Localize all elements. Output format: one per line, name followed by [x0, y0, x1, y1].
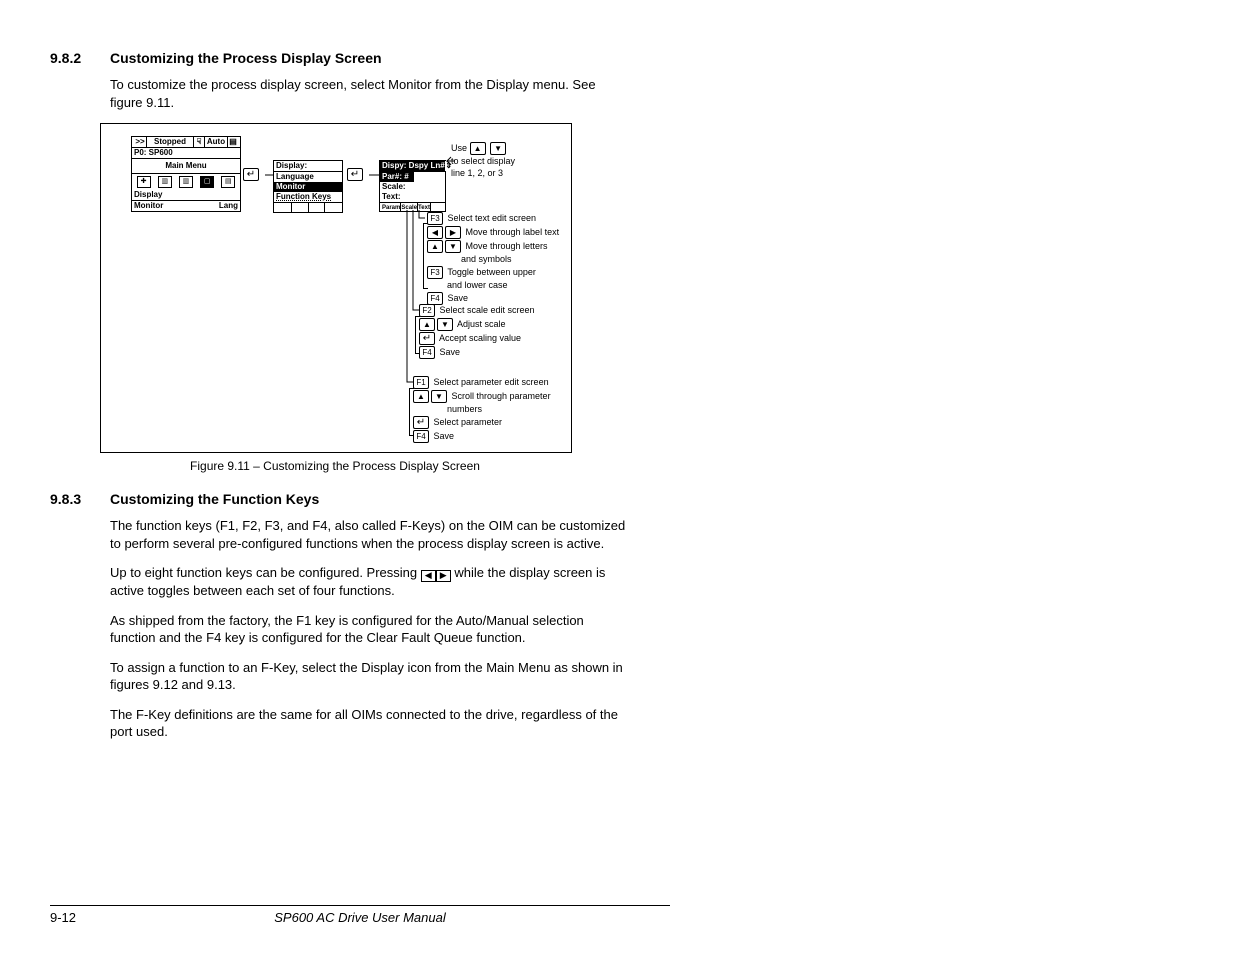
scale-edit-group: F2 Select scale edit screen ▲▼ Adjust sc… — [419, 304, 535, 360]
page-number: 9-12 — [50, 910, 76, 925]
manual-title: SP600 AC Drive User Manual — [274, 910, 445, 925]
label: Select scale edit screen — [440, 305, 535, 315]
label: Select text edit screen — [448, 213, 537, 223]
softkey-param: Param — [382, 203, 401, 211]
menu-item-monitor-selected: Monitor — [274, 182, 342, 192]
label: Move through label text — [466, 227, 560, 237]
label: Save — [440, 347, 461, 357]
status-text: Stopped — [147, 137, 193, 147]
menu-title: Display: — [274, 161, 342, 172]
label: Accept scaling value — [439, 333, 521, 343]
enter-key-icon: ↵ — [347, 168, 363, 181]
menu-item-language: Language — [274, 172, 342, 182]
instruction-line: line 1, 2, or 3 — [451, 168, 515, 179]
down-arrow-icon: ▼ — [445, 240, 461, 253]
page-footer: 9-12 SP600 AC Drive User Manual — [50, 905, 670, 925]
label: Toggle between upper — [447, 267, 536, 277]
dspy-title: Dispy: Dspy Ln# — [382, 161, 445, 171]
menu-icons-row: ✚ ▥ ▥ ▢ ▤ — [132, 174, 240, 190]
paragraph: As shipped from the factory, the F1 key … — [110, 612, 630, 647]
enter-key-icon: ↵ — [243, 168, 259, 181]
enter-key-icon: ↵ — [419, 332, 435, 345]
section-number: 9.8.3 — [50, 491, 110, 507]
section-title: Customizing the Function Keys — [110, 491, 319, 507]
down-arrow-icon: ▼ — [490, 142, 506, 155]
label: Move through letters — [466, 241, 548, 251]
use-label: Use — [451, 143, 467, 153]
section-heading-983: 9.8.3 Customizing the Function Keys — [50, 491, 670, 507]
menu-item-function-keys: Function Keys — [274, 192, 342, 202]
bracket — [409, 388, 414, 436]
label: and symbols — [427, 254, 559, 265]
label: Save — [434, 431, 455, 441]
f3-key-icon: F3 — [427, 212, 443, 225]
section-number: 9.8.2 — [50, 50, 110, 66]
down-arrow-icon: ▼ — [437, 318, 453, 331]
parameter-edit-group: F1 Select parameter edit screen ▲▼ Scrol… — [413, 376, 551, 444]
hand-icon: ☟ — [193, 137, 204, 147]
lcd-dspy-line: Dispy: Dspy Ln# ⇕ Par#: # Scale: Text: P… — [379, 160, 446, 212]
lines-icon: ▥ — [158, 176, 172, 188]
softkey-lang: Lang — [208, 201, 238, 211]
f4-key-icon: F4 — [419, 346, 435, 359]
drive-icon: ▤ — [227, 137, 238, 147]
up-arrow-icon: ▲ — [413, 390, 429, 403]
up-arrow-icon: ▲ — [470, 142, 486, 155]
section-title: Customizing the Process Display Screen — [110, 50, 382, 66]
up-arrow-icon: ▲ — [419, 318, 435, 331]
lcd-main-menu: >> Stopped ☟ Auto ▤ P0: SP600 Main Menu … — [131, 136, 241, 212]
bracket — [415, 316, 420, 354]
par-num: Par#: # — [380, 172, 414, 182]
display-icon-selected: ▢ — [200, 176, 214, 188]
f2-key-icon: F2 — [419, 304, 435, 317]
up-arrow-icon: ▲ — [427, 240, 443, 253]
label: Scroll through parameter — [452, 391, 551, 401]
paragraph: Up to eight function keys can be configu… — [110, 564, 630, 600]
bracket — [423, 223, 428, 289]
menu-title: Main Menu — [132, 159, 240, 174]
lines-icon: ▥ — [179, 176, 193, 188]
f4-key-icon: F4 — [413, 430, 429, 443]
label: Select parameter — [434, 417, 503, 427]
down-arrow-icon: ▼ — [431, 390, 447, 403]
left-arrow-icon: ◀ — [421, 570, 436, 582]
text-label: Text: — [380, 192, 445, 202]
device-label: P0: SP600 — [132, 148, 240, 159]
paragraph: To customize the process display screen,… — [110, 76, 630, 111]
paper-icon: ▤ — [221, 176, 235, 188]
figure-9-11: >> Stopped ☟ Auto ▤ P0: SP600 Main Menu … — [100, 123, 572, 453]
auto-label: Auto — [204, 137, 227, 147]
enter-key-icon: ↵ — [413, 416, 429, 429]
instruction-line: to select display — [451, 156, 515, 167]
status-arrows: >> — [134, 137, 147, 147]
display-label: Display — [132, 190, 240, 201]
scale-label: Scale: — [380, 182, 445, 192]
label: Save — [448, 293, 469, 303]
figure-caption: Figure 9.11 – Customizing the Process Di… — [100, 459, 570, 473]
lcd-display-menu: Display: Language Monitor Function Keys — [273, 160, 343, 213]
paragraph: To assign a function to an F-Key, select… — [110, 659, 630, 694]
left-arrow-icon: ◀ — [427, 226, 443, 239]
label: Select parameter edit screen — [434, 377, 549, 387]
paragraph: The function keys (F1, F2, F3, and F4, a… — [110, 517, 630, 552]
paragraph: The F-Key definitions are the same for a… — [110, 706, 630, 741]
text-edit-group: F3 Select text edit screen ◀▶ Move throu… — [427, 212, 559, 306]
f3-key-icon: F3 — [427, 266, 443, 279]
right-arrow-icon: ▶ — [436, 570, 451, 582]
label: and lower case — [427, 280, 559, 291]
section-heading-982: 9.8.2 Customizing the Process Display Sc… — [50, 50, 670, 66]
label: numbers — [413, 404, 551, 415]
f1-key-icon: F1 — [413, 376, 429, 389]
right-arrow-icon: ▶ — [445, 226, 461, 239]
text-fragment: Up to eight function keys can be configu… — [110, 565, 421, 580]
top-instruction: Use ▲ ▼ to select display line 1, 2, or … — [451, 142, 515, 180]
label: Adjust scale — [457, 319, 506, 329]
softkey-monitor: Monitor — [134, 201, 208, 211]
plus-icon: ✚ — [137, 176, 151, 188]
